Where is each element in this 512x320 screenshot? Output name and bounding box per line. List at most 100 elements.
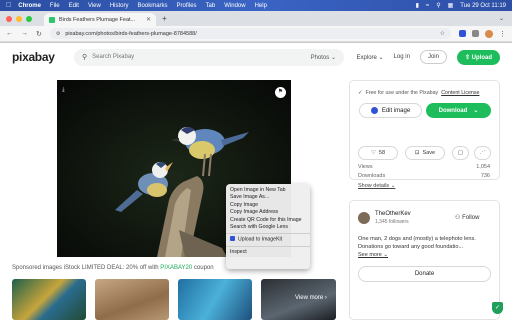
control-center-icon[interactable]: ▦ bbox=[448, 2, 454, 9]
bookmark-icon: ⊡ bbox=[414, 150, 420, 156]
downloads-row: Downloads 736 bbox=[358, 173, 490, 179]
menu-tab[interactable]: Tab bbox=[206, 3, 216, 9]
minimize-window-button[interactable] bbox=[16, 15, 22, 22]
search-icon: ⚲ bbox=[82, 54, 88, 61]
author-info: TheOtherKev 1,345 followers bbox=[358, 211, 411, 225]
web-page: pixabay ⚲ Search Pixabay Photos ⌄ Explor… bbox=[0, 43, 512, 320]
author-avatar[interactable] bbox=[358, 212, 370, 224]
comment-button[interactable]: ▢ bbox=[452, 146, 469, 160]
author-name[interactable]: TheOtherKev bbox=[375, 211, 411, 217]
menu-help[interactable]: Help bbox=[255, 3, 267, 9]
tab-strip: Birds Feathers Plumage Feat... ✕ + ⌄ bbox=[0, 11, 512, 26]
chrome-menu-icon[interactable]: ⋮ bbox=[499, 30, 506, 38]
edit-image-button[interactable]: Edit image bbox=[359, 103, 422, 118]
thumbnail-blue-feathers[interactable] bbox=[178, 279, 252, 320]
menu-bookmarks[interactable]: Bookmarks bbox=[138, 3, 168, 9]
apple-icon[interactable]:  bbox=[6, 2, 11, 9]
upload-button[interactable]: ⇧ Upload bbox=[456, 49, 500, 65]
bookmark-star-icon[interactable]: ☆ bbox=[440, 30, 445, 37]
license-text: Free for use under the Pixabay bbox=[365, 90, 439, 96]
flag-icon[interactable]: ⚑ bbox=[275, 87, 286, 98]
new-tab-icon[interactable]: + bbox=[162, 13, 167, 26]
ctx-create-qr-code[interactable]: Create QR Code for this Image bbox=[226, 217, 310, 224]
close-tab-icon[interactable]: ✕ bbox=[146, 16, 151, 23]
ctx-upload-imagekit[interactable]: Upload to ImageKit bbox=[226, 236, 310, 243]
like-count: 58 bbox=[378, 150, 386, 156]
pixabay-logo[interactable]: pixabay bbox=[12, 50, 74, 64]
tab-title: Birds Feathers Plumage Feat... bbox=[59, 16, 136, 23]
tab-search-icon[interactable]: ⌄ bbox=[499, 13, 504, 26]
download-corner-icon[interactable]: ⤓ bbox=[62, 87, 65, 94]
address-bar[interactable]: ⚙ pixabay.com/photos/birds-feathers-plum… bbox=[49, 28, 451, 39]
reload-icon[interactable]: ↻ bbox=[36, 30, 42, 38]
site-header: pixabay ⚲ Search Pixabay Photos ⌄ Explor… bbox=[0, 43, 512, 71]
like-button[interactable]: ♡ 58 bbox=[358, 146, 398, 160]
downloads-label: Downloads bbox=[358, 173, 386, 179]
coupon-code[interactable]: PIXABAY20 bbox=[160, 265, 192, 271]
save-button[interactable]: ⊡ Save bbox=[405, 146, 445, 160]
site-info-icon[interactable]: ⚙ bbox=[56, 31, 60, 37]
back-icon[interactable]: ← bbox=[6, 30, 13, 37]
ctx-inspect[interactable]: Inspect bbox=[226, 249, 310, 256]
chevron-down-icon: ⌄ bbox=[473, 108, 479, 114]
thumbnail-brown-feathers[interactable] bbox=[95, 279, 169, 320]
search-icon[interactable]: ⚲ bbox=[436, 2, 440, 9]
search-input[interactable]: ⚲ Search Pixabay Photos ⌄ bbox=[74, 48, 344, 66]
ctx-search-google-lens[interactable]: Search with Google Lens bbox=[226, 224, 310, 231]
explore-menu[interactable]: Explore ⌄ bbox=[357, 54, 384, 61]
ctx-copy-image[interactable]: Copy Image bbox=[226, 202, 310, 209]
sponsored-suffix: coupon bbox=[193, 265, 214, 271]
donate-button[interactable]: Donate bbox=[358, 266, 491, 282]
shield-icon[interactable]: ✓ bbox=[492, 302, 503, 314]
menu-app-chrome[interactable]: Chrome bbox=[18, 3, 41, 9]
browser-tab-active[interactable]: Birds Feathers Plumage Feat... ✕ bbox=[44, 13, 156, 26]
edit-image-label: Edit image bbox=[381, 107, 411, 114]
explore-label: Explore bbox=[356, 54, 377, 61]
menu-view[interactable]: View bbox=[88, 3, 101, 9]
add-user-icon: ⚇ bbox=[455, 215, 461, 221]
see-more-link[interactable]: See more ⌄ bbox=[358, 252, 388, 258]
sponsored-text: Sponsored images iStock LIMITED DEAL: 20… bbox=[12, 265, 159, 271]
ctx-copy-image-address[interactable]: Copy Image Address bbox=[226, 209, 310, 216]
heart-icon: ♡ bbox=[370, 150, 376, 156]
pixabay-favicon bbox=[49, 16, 55, 23]
view-more-link[interactable]: View more › bbox=[295, 295, 327, 301]
follow-button[interactable]: ⚇ Follow bbox=[455, 214, 479, 221]
edit-image-icon bbox=[370, 107, 378, 114]
content-license-link[interactable]: Content License bbox=[441, 90, 479, 96]
ctx-open-image-new-tab[interactable]: Open Image in New Tab bbox=[226, 187, 310, 194]
menu-profiles[interactable]: Profiles bbox=[177, 3, 197, 9]
menubar-status: ▮ ≈ ⚲ ▦ Tue 29 Oct 11:19 bbox=[416, 2, 506, 10]
download-button[interactable]: Download ⌄ bbox=[426, 103, 491, 118]
show-details-label: Show details bbox=[358, 183, 390, 189]
close-window-button[interactable] bbox=[6, 15, 12, 22]
address-url: pixabay.com/photos/birds-feathers-plumag… bbox=[65, 30, 197, 37]
menu-history[interactable]: History bbox=[110, 3, 129, 9]
share-button[interactable]: ⋰ bbox=[474, 146, 491, 160]
license-note: ✓ Free for use under the Pixabay Content… bbox=[358, 90, 479, 96]
join-button[interactable]: Join bbox=[419, 50, 447, 64]
imagekit-icon bbox=[230, 236, 235, 242]
search-filter-label: Photos bbox=[310, 54, 330, 61]
menu-edit[interactable]: Edit bbox=[69, 3, 79, 9]
show-details-link[interactable]: Show details ⌄ bbox=[358, 183, 395, 189]
extensions-puzzle-icon[interactable] bbox=[472, 30, 479, 37]
login-link[interactable]: Log in bbox=[394, 54, 410, 60]
menubar-clock[interactable]: Tue 29 Oct 11:19 bbox=[460, 3, 506, 9]
zoom-window-button[interactable] bbox=[26, 15, 32, 22]
forward-icon[interactable]: → bbox=[21, 30, 28, 37]
imagekit-extension-icon[interactable] bbox=[459, 30, 466, 37]
search-placeholder: Search Pixabay bbox=[92, 54, 135, 60]
search-filter-dropdown[interactable]: Photos ⌄ bbox=[311, 54, 336, 61]
browser-toolbar: ← → ↻ ⚙ pixabay.com/photos/birds-feather… bbox=[0, 26, 512, 42]
menu-window[interactable]: Window bbox=[224, 3, 245, 9]
wifi-icon[interactable]: ≈ bbox=[426, 3, 429, 9]
thumbnail-peacock-feather[interactable] bbox=[12, 279, 86, 320]
battery-icon[interactable]: ▮ bbox=[416, 2, 419, 9]
profile-avatar[interactable] bbox=[485, 29, 493, 38]
macos-menubar:  Chrome File Edit View History Bookmark… bbox=[0, 0, 512, 11]
ctx-save-image-as[interactable]: Save Image As... bbox=[226, 194, 310, 201]
menu-file[interactable]: File bbox=[50, 3, 60, 9]
views-row: Views 1,054 bbox=[358, 164, 490, 170]
views-value: 1,054 bbox=[476, 164, 490, 170]
